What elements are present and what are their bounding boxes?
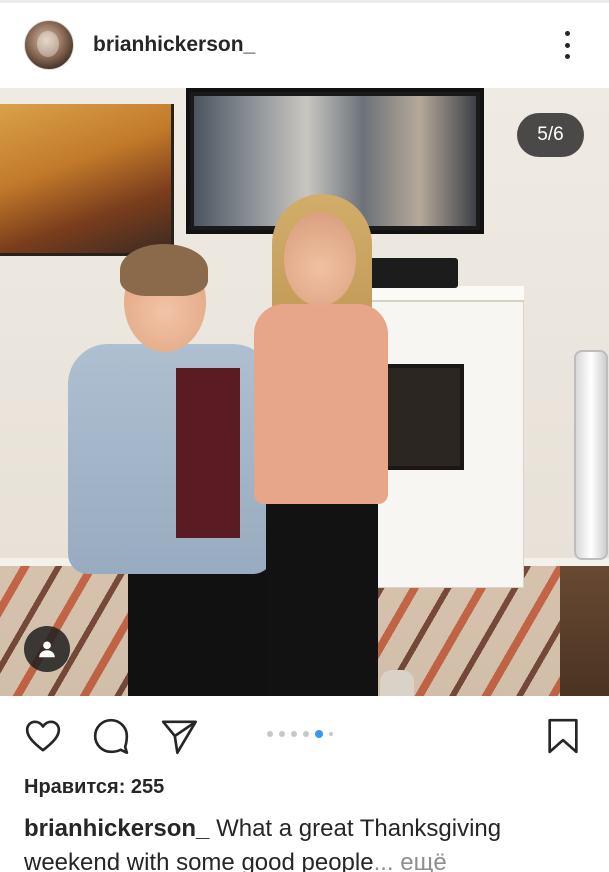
more-dot — [564, 42, 570, 48]
photo-counter-badge: 5/6 — [517, 113, 584, 157]
post-photo[interactable]: 5/6 — [0, 88, 609, 696]
person-right-head — [284, 212, 356, 306]
heart-icon[interactable] — [22, 715, 64, 757]
carousel-dot-active — [315, 730, 323, 738]
post-header: brianhickerson_ — [0, 3, 609, 88]
carousel-dot — [267, 731, 273, 737]
person-right-top — [254, 304, 388, 504]
likes-count[interactable]: Нравится: 255 — [24, 776, 164, 799]
post-caption: brianhickerson_ What a great Thanksgivin… — [24, 812, 594, 872]
person-right-legs — [266, 484, 378, 696]
more-dot — [564, 54, 570, 59]
more-options-icon[interactable] — [555, 27, 579, 63]
person-right-shoe — [380, 670, 414, 696]
photo-fan — [574, 350, 608, 560]
carousel-dot — [303, 731, 309, 737]
carousel-dot — [291, 731, 297, 737]
person-left-hair — [120, 244, 208, 296]
bookmark-icon[interactable] — [542, 715, 584, 757]
caption-username[interactable]: brianhickerson_ — [24, 815, 209, 842]
caption-more-link[interactable]: ... ещё — [374, 849, 447, 872]
photo-painting — [0, 104, 174, 256]
carousel-dot — [329, 732, 333, 736]
comment-icon[interactable] — [90, 715, 132, 757]
send-icon[interactable] — [158, 715, 200, 757]
carousel-indicator — [267, 730, 333, 738]
carousel-dot — [279, 731, 285, 737]
photo-person-right — [232, 194, 414, 696]
avatar[interactable] — [24, 20, 74, 70]
more-dot — [564, 31, 570, 36]
post-actions — [0, 696, 609, 770]
person-left-shirt — [176, 368, 240, 538]
user-tag-icon[interactable] — [24, 626, 70, 672]
post-username[interactable]: brianhickerson_ — [93, 33, 255, 57]
